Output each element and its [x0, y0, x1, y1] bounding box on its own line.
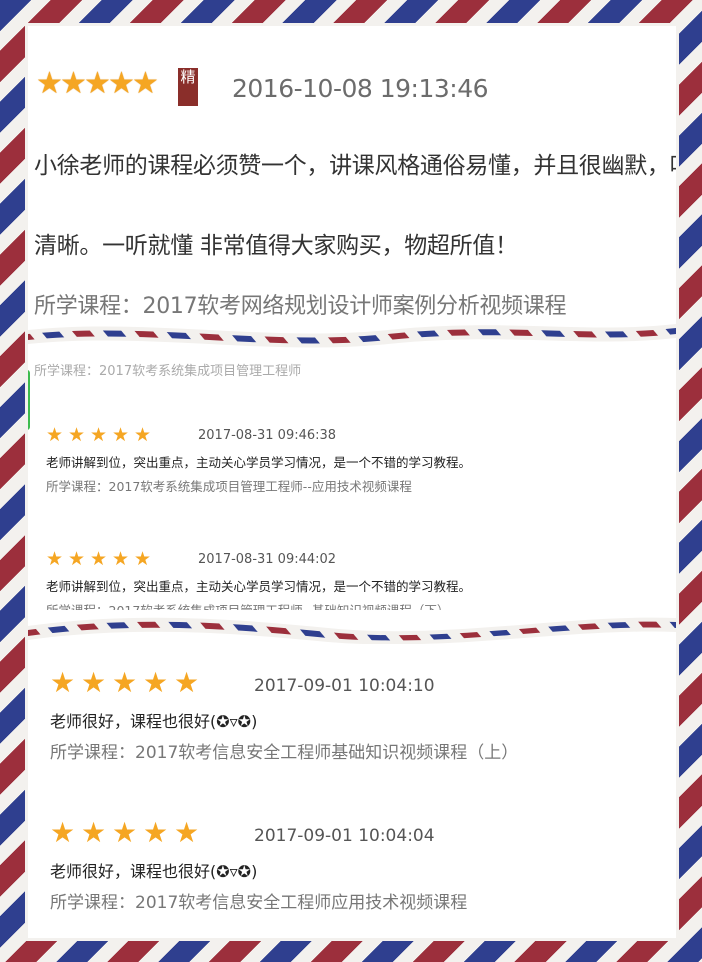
review-text-line2: 清晰。一听就懂 非常值得大家购买，物超所值！	[34, 233, 518, 259]
review-text: 老师很好，课程也很好(✪▿✪)	[50, 712, 258, 731]
star-icon: ★	[112, 666, 138, 699]
star-icon: ★	[81, 816, 107, 849]
course-link[interactable]: 所学课程：2017软考系统集成项目管理工程师--应用技术视频课程	[46, 476, 412, 495]
star-icon: ★	[134, 424, 152, 446]
star-icon: ★	[143, 816, 169, 849]
star-icon: ★	[174, 816, 200, 849]
review-section-medium: ★ ★ ★ ★ ★ 2017-09-01 10:04:10 老师很好，课程也很好…	[28, 630, 676, 938]
star-icon: ★	[46, 548, 64, 570]
star-rating: ★ ★ ★ ★ ★	[50, 666, 205, 699]
star-icon: ★	[132, 66, 159, 101]
star-icon: ★	[68, 548, 86, 570]
review-date: 2017-09-01 10:04:04	[254, 826, 435, 846]
star-icon: ★	[81, 666, 107, 699]
star-icon: ★	[50, 816, 76, 849]
review-sheet: ★ ★ ★ ★ ★ 精 2016-10-08 19:13:46 小徐老师的课程必…	[28, 26, 676, 938]
star-rating: ★ ★ ★ ★ ★	[46, 548, 156, 570]
review-date: 2017-09-01 10:04:10	[254, 676, 435, 696]
star-rating: ★ ★ ★ ★ ★	[46, 424, 156, 446]
star-icon: ★	[112, 548, 130, 570]
star-icon: ★	[134, 548, 152, 570]
star-rating: ★ ★ ★ ★ ★	[36, 66, 159, 101]
course-link[interactable]: 所学课程：2017软考信息安全工程师应用技术视频课程	[50, 888, 467, 913]
star-icon: ★	[143, 666, 169, 699]
review-text-line1: 小徐老师的课程必须赞一个，讲课风格通俗易懂，并且很幽默，听的根本停不下来。跟着老…	[34, 153, 676, 179]
star-icon: ★	[90, 548, 108, 570]
wavy-separator	[28, 617, 676, 644]
star-icon: ★	[68, 424, 86, 446]
wavy-separator	[28, 324, 676, 348]
review-date: 2017-08-31 09:46:38	[198, 428, 337, 443]
star-icon: ★	[112, 816, 138, 849]
review-section-large: ★ ★ ★ ★ ★ 精 2016-10-08 19:13:46 小徐老师的课程必…	[28, 26, 676, 326]
star-icon: ★	[46, 424, 64, 446]
partial-course-line: 所学课程：2017软考系统集成项目管理工程师	[34, 364, 302, 379]
review-section-small: 所学课程：2017软考系统集成项目管理工程师 ★ ★ ★ ★ ★ 2017-08…	[28, 360, 676, 610]
course-link[interactable]: 所学课程：2017软考信息安全工程师基础知识视频课程（上）	[50, 738, 518, 763]
star-icon: ★	[112, 424, 130, 446]
star-icon: ★	[50, 666, 76, 699]
star-rating: ★ ★ ★ ★ ★	[50, 816, 205, 849]
review-date: 2017-08-31 09:44:02	[198, 552, 337, 567]
review-text: 老师很好，课程也很好(✪▿✪)	[50, 862, 258, 881]
review-text: 老师讲解到位，突出重点，主动关心学员学习情况，是一个不错的学习教程。	[46, 455, 472, 470]
star-icon: ★	[174, 666, 200, 699]
review-date: 2016-10-08 19:13:46	[232, 74, 489, 103]
review-text: 老师讲解到位，突出重点，主动关心学员学习情况，是一个不错的学习教程。	[46, 579, 472, 594]
green-marker	[28, 370, 30, 430]
star-icon: ★	[84, 66, 111, 101]
star-icon: ★	[36, 66, 63, 101]
star-icon: ★	[90, 424, 108, 446]
star-icon: ★	[108, 66, 135, 101]
star-icon: ★	[60, 66, 87, 101]
featured-badge: 精	[178, 68, 198, 106]
